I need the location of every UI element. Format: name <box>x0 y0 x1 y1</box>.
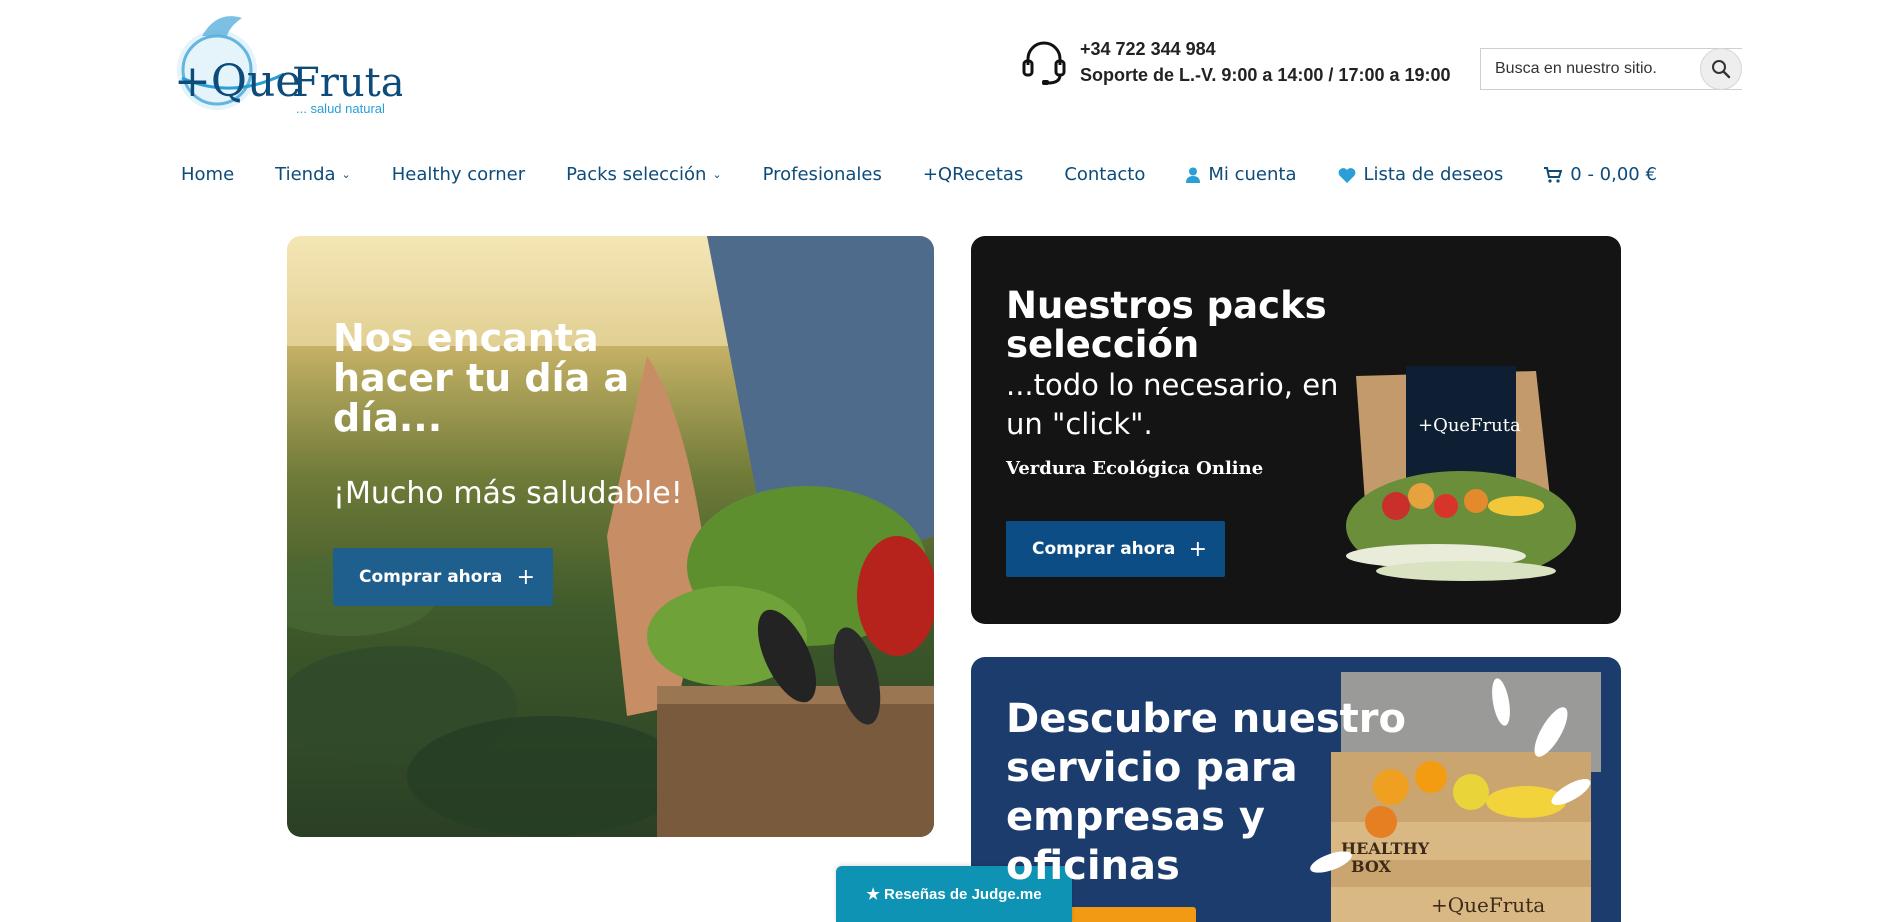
support-info: +34 722 344 984 Soporte de L.-V. 9:00 a … <box>1022 36 1451 88</box>
hero-buy-button[interactable]: Comprar ahora + <box>333 548 553 606</box>
search-button[interactable] <box>1700 48 1742 90</box>
packs-banner[interactable]: Nuestros packs selección ...todo lo nece… <box>971 236 1621 624</box>
empresas-title: Descubre nuestro servicio para empresas … <box>1006 696 1406 889</box>
nav-lista-deseos[interactable]: Lista de deseos <box>1338 164 1503 185</box>
chevron-down-icon: ⌄ <box>712 168 722 181</box>
heart-icon <box>1338 167 1355 183</box>
crate-brand: +QueFruta <box>1431 893 1545 917</box>
cart-icon <box>1544 166 1563 183</box>
search-icon <box>1712 60 1731 79</box>
support-phone[interactable]: +34 722 344 984 <box>1080 36 1451 62</box>
nav-packs-seleccion[interactable]: Packs selección ⌄ <box>566 164 721 185</box>
support-hours: Soporte de L.-V. 9:00 a 14:00 / 17:00 a … <box>1080 65 1451 85</box>
empresas-banner[interactable]: Descubre nuestro servicio para empresas … <box>971 657 1621 922</box>
hero-banner[interactable]: Nos encanta hacer tu día a día... ¡Mucho… <box>287 236 934 837</box>
nav-profesionales[interactable]: Profesionales <box>763 164 882 185</box>
hero-buy-label: Comprar ahora <box>359 567 503 587</box>
nav-cart[interactable]: 0 - 0,00 € <box>1544 164 1657 185</box>
search-input[interactable] <box>1481 60 1691 78</box>
headset-icon <box>1022 41 1066 85</box>
site-logo[interactable]: +Que Fruta ... salud natural <box>172 8 405 120</box>
plus-icon: + <box>516 564 535 590</box>
box-brand: +QueFruta <box>1418 415 1521 436</box>
packs-buy-label: Comprar ahora <box>1032 539 1176 559</box>
user-icon <box>1186 167 1201 183</box>
plus-icon: + <box>1188 536 1207 562</box>
chevron-down-icon: ⌄ <box>341 168 351 181</box>
logo-wordmark-prefix: +Que <box>174 56 301 107</box>
nav-mi-cuenta[interactable]: Mi cuenta <box>1186 164 1297 185</box>
nav-recetas[interactable]: +QRecetas <box>923 164 1023 185</box>
hero-subtitle: ¡Mucho más saludable! <box>333 476 683 511</box>
packs-buy-button[interactable]: Comprar ahora + <box>1006 521 1225 577</box>
packs-title: Nuestros packs selección <box>1006 284 1327 366</box>
logo-tagline: ... salud natural <box>296 101 385 116</box>
logo-wordmark-suffix: Fruta <box>292 60 402 106</box>
nav-contacto[interactable]: Contacto <box>1064 164 1145 185</box>
nav-home[interactable]: Home <box>181 164 234 185</box>
main-nav: Home Tienda ⌄ Healthy corner Packs selecc… <box>181 164 1698 185</box>
vegetable-box-image: +QueFruta <box>1346 366 1576 581</box>
nav-healthy-corner[interactable]: Healthy corner <box>392 164 525 185</box>
nav-tienda[interactable]: Tienda ⌄ <box>275 164 351 185</box>
hero-title: Nos encanta hacer tu día a día... <box>333 316 630 440</box>
packs-tag: Verdura Ecológica Online <box>1006 458 1264 479</box>
packs-subtitle: ...todo lo necesario, en un "click". <box>1006 368 1339 441</box>
